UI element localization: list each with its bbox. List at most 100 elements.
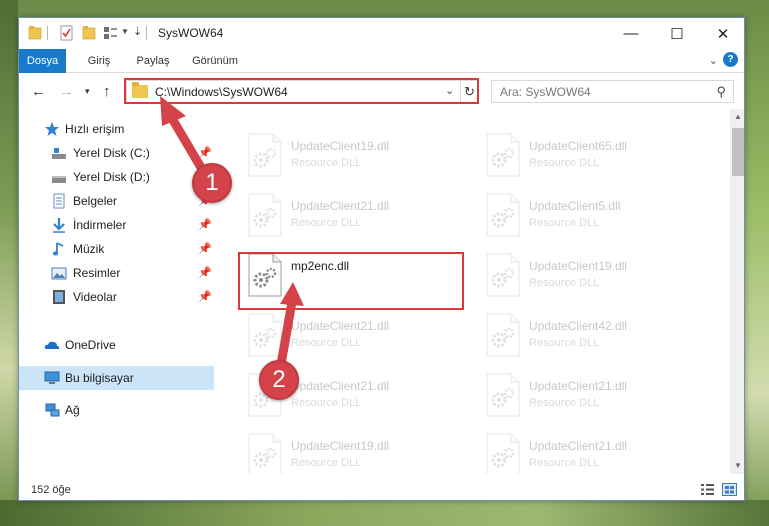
file-item[interactable]: UpdateClient19.dll Resource DLL	[477, 247, 707, 303]
pin-icon[interactable]: 📌	[198, 266, 212, 279]
sidebar-item-label: Müzik	[73, 242, 105, 256]
dll-file-icon	[486, 373, 520, 417]
file-type: Resource DLL	[529, 157, 600, 169]
customize-toolbar-icon[interactable]	[103, 25, 119, 41]
file-item[interactable]: UpdateClient21.dll Resource DLL	[477, 367, 707, 423]
file-item[interactable]: UpdateClient21.dll Resource DLL	[239, 187, 469, 243]
documents-icon	[53, 193, 65, 209]
sidebar-item-music[interactable]: Müzik 📌	[19, 237, 214, 261]
new-folder-icon[interactable]	[82, 25, 96, 41]
sidebar-item-this-pc[interactable]: Bu bilgisayar	[19, 366, 214, 390]
back-arrow-icon[interactable]: ←	[31, 83, 46, 100]
window-title: SysWOW64	[158, 26, 224, 40]
file-type: Resource DLL	[529, 217, 600, 229]
properties-icon[interactable]	[60, 25, 74, 41]
explorer-window: ▼ ⇣ SysWOW64 — ☐ ✕ Dosya Giriş Paylaş Gö…	[18, 17, 745, 501]
download-icon	[53, 218, 65, 233]
file-item[interactable]: UpdateClient21.dll Resource DLL	[239, 307, 469, 363]
dll-file-icon	[486, 433, 520, 474]
desktop-background-left	[0, 0, 18, 526]
details-view-icon[interactable]	[700, 483, 715, 496]
expand-ribbon-icon[interactable]: ⌄	[709, 54, 718, 67]
music-icon	[52, 242, 64, 256]
tab-view[interactable]: Görünüm	[187, 49, 243, 73]
desktop-background-right	[745, 0, 769, 526]
sidebar-item-label: Hızlı erişim	[65, 122, 125, 136]
qa-dropdown-icon[interactable]: ▼	[121, 27, 129, 36]
file-name: UpdateClient5.dll	[529, 199, 621, 213]
star-icon	[45, 122, 59, 136]
file-type: Resource DLL	[529, 397, 600, 409]
network-icon	[45, 403, 60, 417]
scrollbar-thumb[interactable]	[732, 128, 744, 176]
dll-file-icon	[248, 193, 282, 237]
file-name: UpdateClient19.dll	[291, 439, 390, 453]
folder-icon	[28, 26, 42, 40]
file-item[interactable]: UpdateClient19.dll Resource DLL	[239, 427, 469, 474]
sidebar-item-drive-d[interactable]: Yerel Disk (D:) 📌	[19, 165, 214, 189]
callout-2: 2	[259, 360, 299, 400]
file-name: UpdateClient21.dll	[291, 319, 390, 333]
vertical-scrollbar[interactable]: ▲ ▼	[730, 109, 744, 474]
help-icon[interactable]: ?	[723, 52, 738, 67]
recent-locations-icon[interactable]: ▾	[85, 86, 90, 97]
pin-icon[interactable]: 📌	[198, 218, 212, 231]
callout-1: 1	[192, 163, 232, 203]
tiles-view-icon[interactable]	[722, 483, 737, 496]
dll-file-icon	[248, 433, 282, 474]
navigation-pane: Hızlı erişim Yerel Disk (C:) 📌 Yerel Dis…	[19, 109, 214, 474]
file-item[interactable]: UpdateClient19.dll Resource DLL	[239, 127, 469, 183]
file-name: UpdateClient21.dll	[291, 379, 390, 393]
tab-home[interactable]: Giriş	[79, 49, 119, 73]
file-type: Resource DLL	[291, 217, 362, 229]
search-box[interactable]: Ara: SysWOW64 ⚲	[491, 80, 734, 103]
search-icon[interactable]: ⚲	[716, 84, 726, 100]
file-name: UpdateClient21.dll	[529, 379, 628, 393]
cloud-icon	[44, 341, 60, 349]
quick-access-divider	[47, 26, 48, 40]
file-name: UpdateClient42.dll	[529, 319, 628, 333]
pin-icon[interactable]: 📌	[198, 242, 212, 255]
up-arrow-icon[interactable]: ↑	[103, 83, 111, 100]
title-divider	[146, 26, 147, 40]
pin-icon[interactable]: 📌	[198, 290, 212, 303]
search-placeholder[interactable]: Ara: SysWOW64	[500, 85, 591, 99]
qa-customize-chevron-icon[interactable]: ⇣	[133, 25, 142, 38]
pin-icon[interactable]: 📌	[198, 146, 212, 159]
sidebar-item-drive-c[interactable]: Yerel Disk (C:) 📌	[19, 141, 214, 165]
sidebar-item-videos[interactable]: Videolar 📌	[19, 285, 214, 309]
sidebar-item-documents[interactable]: Belgeler 📌	[19, 189, 214, 213]
dll-file-icon	[486, 133, 520, 177]
ribbon: Dosya Giriş Paylaş Görünüm ⌄ ?	[19, 49, 744, 73]
sidebar-item-network[interactable]: Ağ	[19, 398, 214, 422]
file-item[interactable]: UpdateClient42.dll Resource DLL	[477, 307, 707, 363]
tab-share[interactable]: Paylaş	[130, 49, 176, 73]
dll-file-icon	[248, 133, 282, 177]
desktop-background-bottom	[0, 500, 769, 526]
scroll-up-icon[interactable]: ▲	[730, 109, 744, 125]
file-type: Resource DLL	[291, 457, 362, 469]
sidebar-item-pictures[interactable]: Resimler 📌	[19, 261, 214, 285]
sidebar-item-label: Yerel Disk (C:)	[73, 146, 150, 160]
file-highlight-box	[238, 252, 464, 310]
minimize-button[interactable]: —	[608, 18, 654, 49]
sidebar-item-label: Bu bilgisayar	[65, 371, 134, 385]
sidebar-item-downloads[interactable]: İndirmeler 📌	[19, 213, 214, 237]
maximize-button[interactable]: ☐	[654, 18, 700, 49]
file-item[interactable]: UpdateClient5.dll Resource DLL	[477, 187, 707, 243]
scroll-down-icon[interactable]: ▼	[730, 458, 744, 474]
sidebar-item-label: Belgeler	[73, 194, 118, 208]
file-type: Resource DLL	[291, 397, 362, 409]
tab-file[interactable]: Dosya	[19, 49, 66, 73]
address-highlight-box	[124, 78, 479, 104]
file-item[interactable]: UpdateClient21.dll Resource DLL	[477, 427, 707, 474]
file-item[interactable]: UpdateClient65.dll Resource DLL	[477, 127, 707, 183]
close-button[interactable]: ✕	[700, 18, 744, 49]
navigation-bar: ← → ▾ ↑ C:\Windows\SysWOW64 ⌄ ↻ Ara: Sys…	[19, 74, 744, 108]
sidebar-item-label: Videolar	[73, 290, 117, 304]
pictures-icon	[51, 267, 67, 280]
drive-icon	[52, 176, 66, 183]
forward-arrow-icon[interactable]: →	[59, 83, 74, 100]
sidebar-item-onedrive[interactable]: OneDrive	[19, 333, 214, 357]
sidebar-item-quick-access[interactable]: Hızlı erişim	[19, 117, 214, 141]
